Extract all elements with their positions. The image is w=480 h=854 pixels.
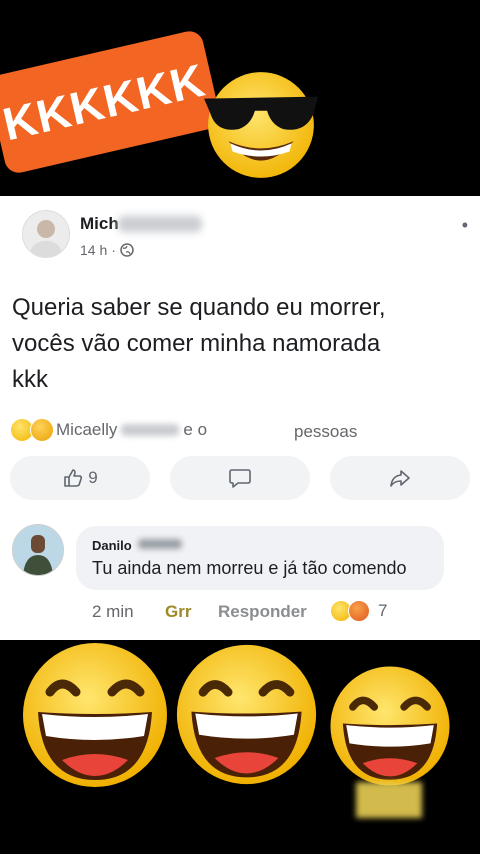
laughing-face-icon bbox=[330, 666, 450, 786]
post-meta: 14 h · bbox=[80, 242, 134, 258]
comment-reaction-button[interactable]: Grr bbox=[165, 602, 191, 622]
more-options-icon[interactable]: • bbox=[462, 216, 468, 234]
sticker-text: KKKKKK bbox=[0, 53, 210, 151]
thumbs-up-icon bbox=[64, 469, 83, 487]
commenter-name[interactable]: Danilo bbox=[92, 538, 132, 553]
reaction-summary[interactable]: Micaelly e o bbox=[10, 418, 207, 442]
post-card: Mich 14 h · • Queria saber se quando eu … bbox=[0, 196, 480, 640]
meta-separator: · bbox=[111, 242, 116, 258]
laughing-face-icon bbox=[176, 644, 317, 785]
kkkkkk-sticker: KKKKKK bbox=[0, 28, 223, 176]
reactor-name-blur bbox=[121, 424, 180, 436]
comment-icon bbox=[229, 469, 251, 488]
comment-reaction-count: 7 bbox=[378, 601, 388, 620]
like-button[interactable]: 9 bbox=[10, 456, 150, 500]
comment-button[interactable] bbox=[170, 456, 310, 500]
commenter-avatar[interactable] bbox=[12, 524, 64, 576]
care-reaction-icon bbox=[30, 418, 54, 442]
share-icon bbox=[390, 470, 410, 487]
commenter-name-blur bbox=[138, 539, 182, 549]
author-avatar[interactable] bbox=[22, 210, 70, 258]
angry-reaction-icon bbox=[348, 600, 370, 622]
reactor-name: Micaelly bbox=[56, 420, 118, 439]
author-name[interactable]: Mich bbox=[80, 214, 119, 234]
like-count: 9 bbox=[88, 468, 98, 487]
author-name-blur bbox=[118, 216, 202, 232]
sunglasses-face-icon bbox=[204, 72, 318, 178]
reply-button[interactable]: Responder bbox=[218, 602, 307, 622]
reaction-people: pessoas bbox=[294, 422, 358, 441]
laughing-face-icon bbox=[23, 643, 167, 787]
globe-icon bbox=[120, 243, 134, 257]
post-time[interactable]: 14 h bbox=[80, 242, 107, 258]
post-text: Queria saber se quando eu morrer, vocês … bbox=[12, 294, 386, 393]
comment-bubble: Danilo Tu ainda nem morreu e já tão come… bbox=[76, 526, 444, 590]
comment-reactions[interactable]: 7 bbox=[330, 600, 387, 622]
comment-time: 2 min bbox=[92, 602, 134, 621]
share-button[interactable] bbox=[330, 456, 470, 500]
reaction-connector: e o bbox=[183, 420, 208, 439]
comment-text: Tu ainda nem morreu e já tão comendo bbox=[92, 558, 407, 578]
blurred-patch bbox=[356, 782, 422, 818]
